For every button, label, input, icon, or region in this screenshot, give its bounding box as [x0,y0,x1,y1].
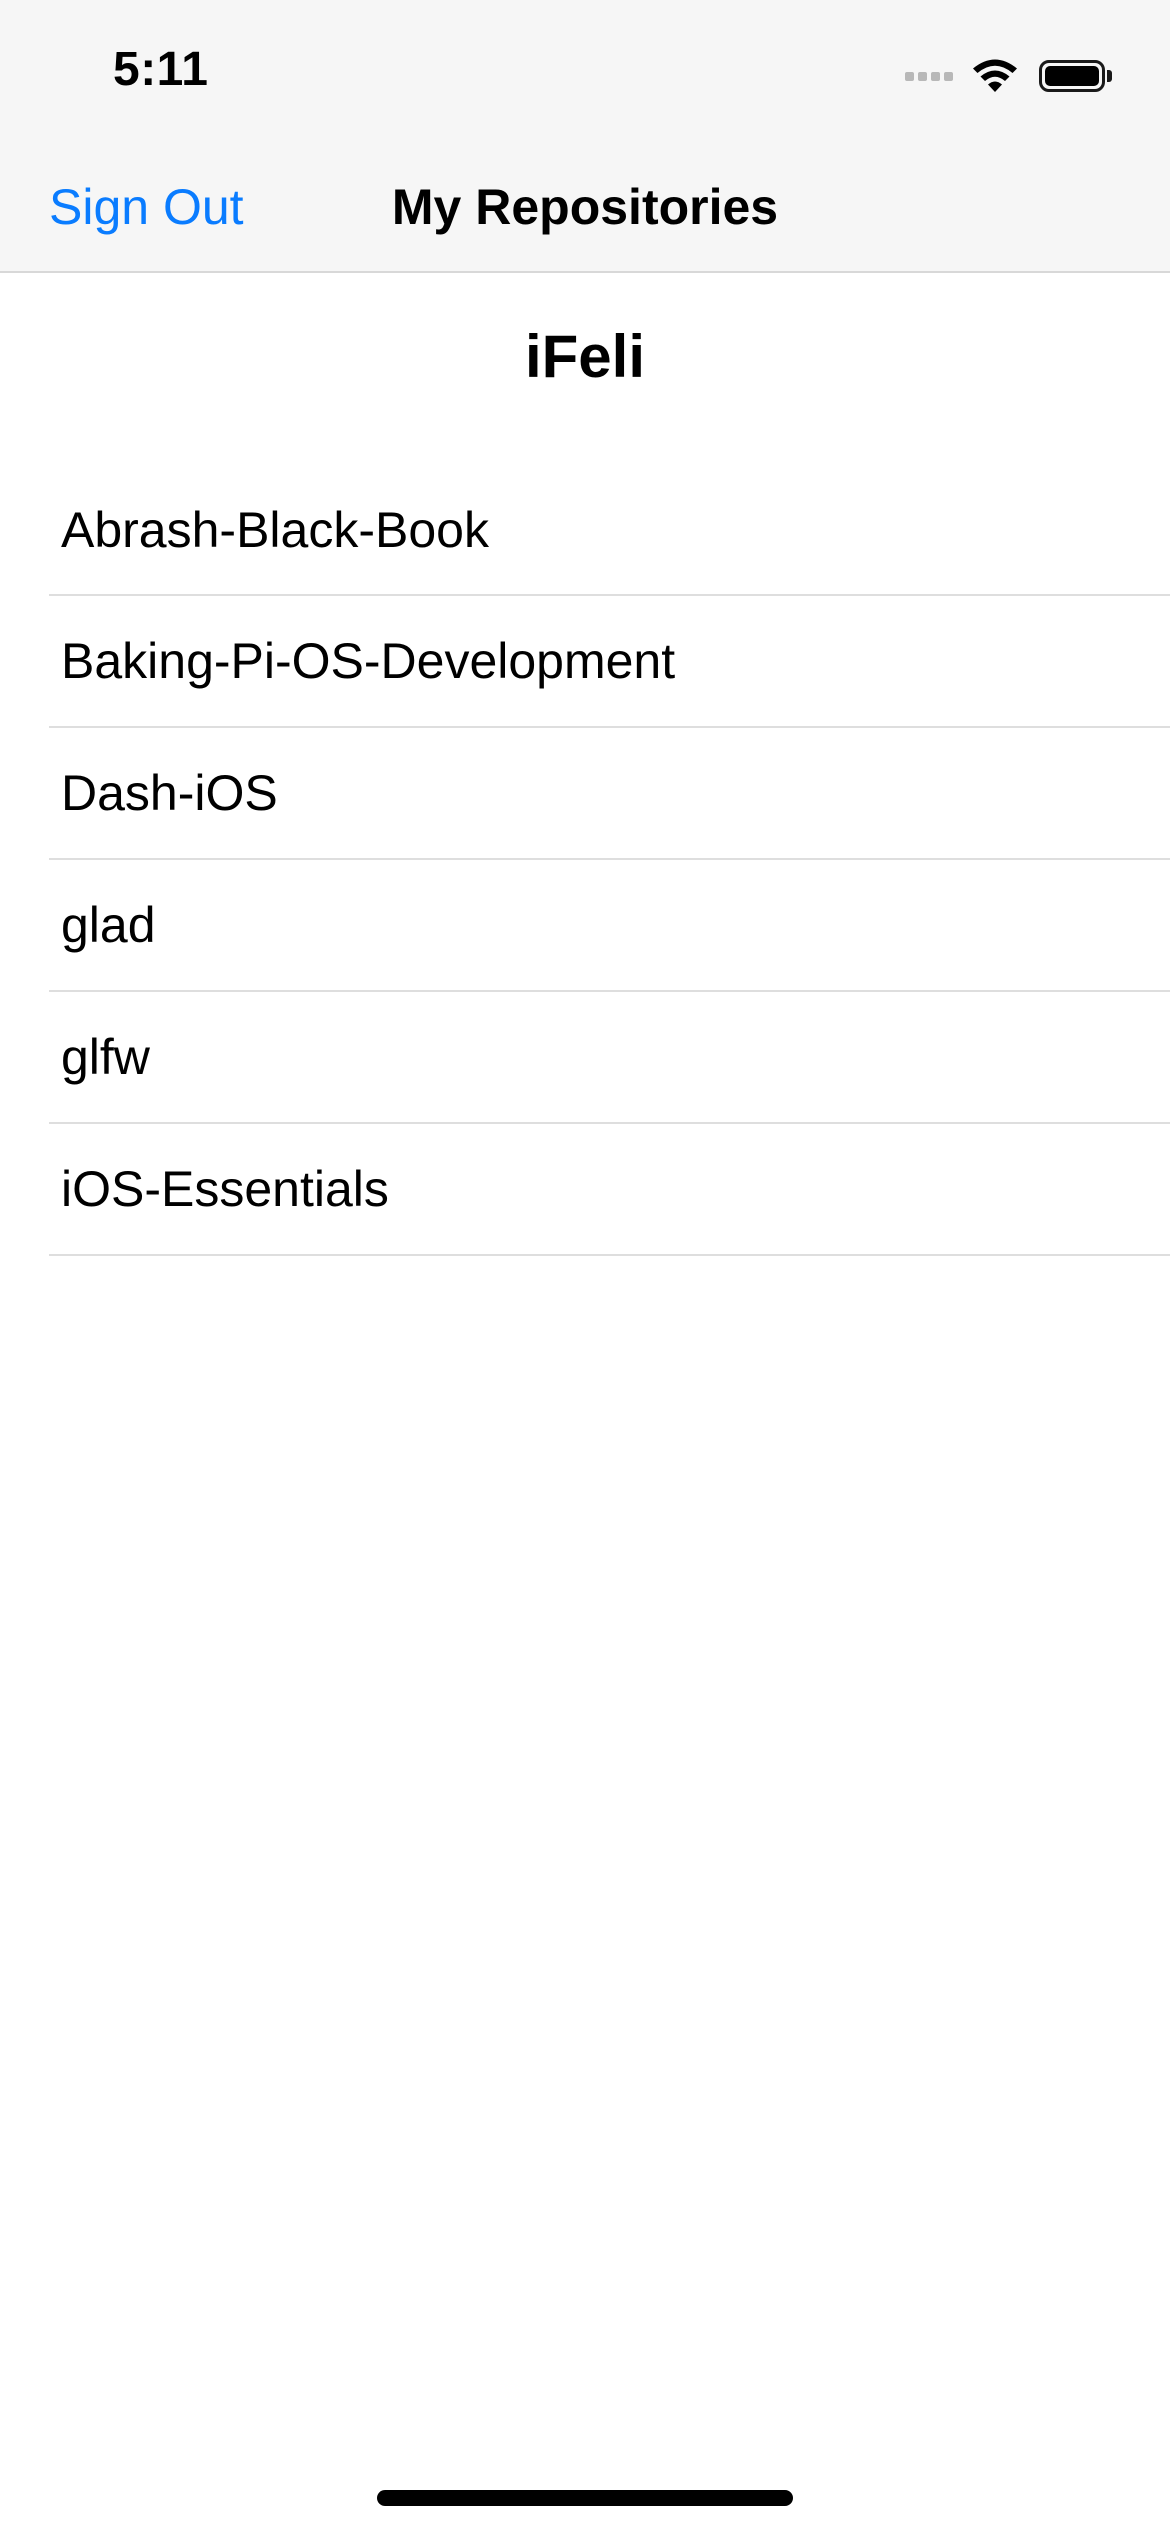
status-indicators [905,52,1112,100]
repository-row[interactable]: Abrash-Black-Book [49,466,1170,596]
home-indicator[interactable] [377,2490,793,2506]
repository-name: iOS-Essentials [61,1161,389,1217]
repository-name: Dash-iOS [61,765,278,821]
repository-row[interactable]: Dash-iOS [49,728,1170,860]
repository-row[interactable]: glfw [49,992,1170,1124]
repository-name: Baking-Pi-OS-Development [61,633,676,689]
repository-row[interactable]: Baking-Pi-OS-Development [49,596,1170,728]
navigation-chrome: 5:11 My Repositories Sign Out [0,0,1170,273]
battery-icon [1039,60,1105,92]
section-header: iFeli [524,323,646,390]
sign-out-button[interactable]: Sign Out [49,178,244,236]
status-time: 5:11 [113,43,209,96]
repository-row[interactable]: glad [49,860,1170,992]
cellular-signal-icon [905,71,957,81]
repository-name: Abrash-Black-Book [61,502,489,558]
repository-name: glfw [61,1029,150,1085]
repository-row[interactable]: iOS-Essentials [49,1124,1170,1256]
battery-cap [1107,70,1112,82]
repository-name: glad [61,897,156,953]
wifi-icon [973,59,1017,92]
repository-list: Abrash-Black-Book Baking-Pi-OS-Developme… [49,466,1170,1256]
